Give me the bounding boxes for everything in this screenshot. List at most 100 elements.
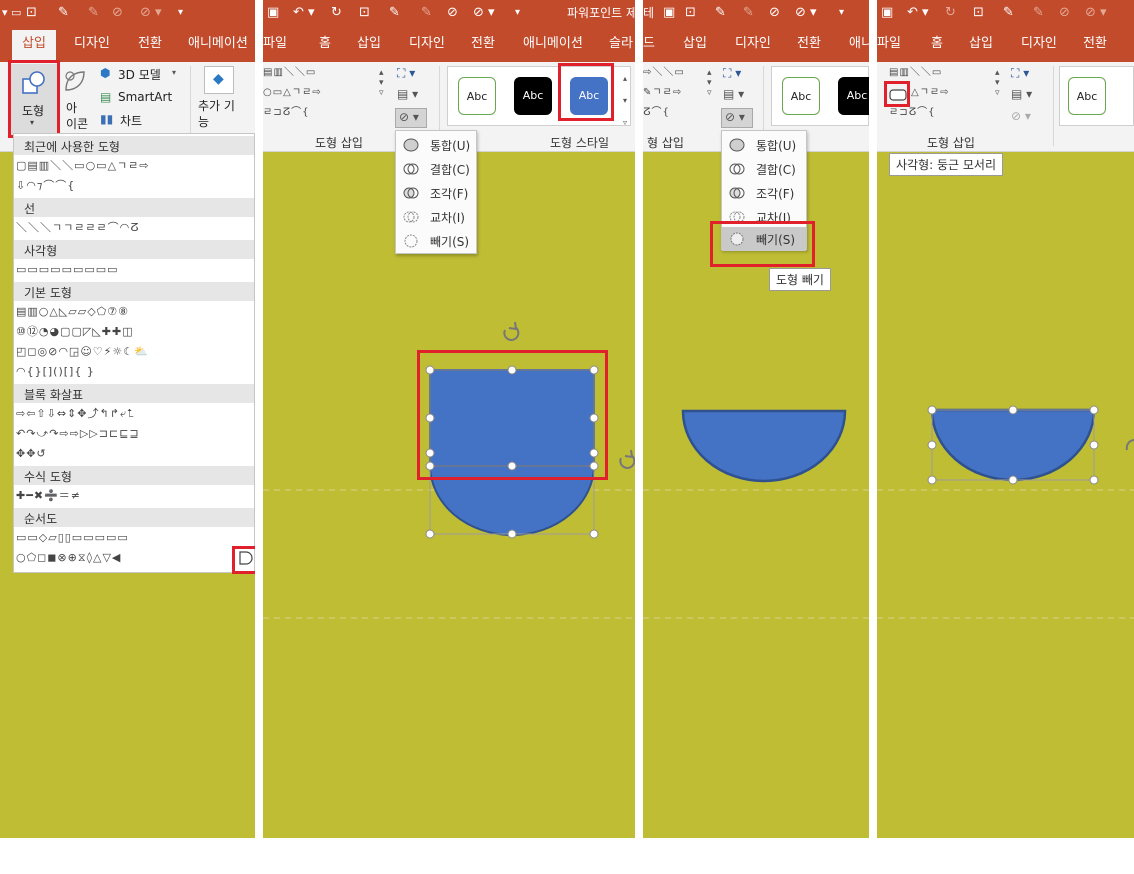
style-outline-green[interactable]: Abc [458, 77, 496, 115]
rotate-handle-icon[interactable] [619, 449, 635, 469]
qat-customize-icon[interactable]: ▾ [178, 4, 183, 22]
shape-grid-row-3[interactable]: ㄹ⊐ⵒ⌒{ [263, 106, 309, 120]
shape-grid-row-2[interactable]: ○▭△ㄱㄹ⇨ [263, 86, 322, 100]
tab-insert[interactable]: 삽입 [357, 36, 381, 52]
gallery-scroll-icon[interactable]: ▴ ▾ ▿ [707, 68, 712, 98]
merge-shapes-icon[interactable]: ⊘ [769, 4, 780, 22]
ribbon-tabs: 드 삽입 디자인 전환 애니 [643, 26, 869, 62]
tab-design[interactable]: 디자인 [1021, 36, 1057, 52]
edit-shape-icon[interactable]: ⛶ ▾ [1011, 66, 1029, 81]
shape-grid-row-2[interactable]: ✎ㄱㄹ⇨ [643, 86, 682, 100]
gallery-scroll-icon[interactable]: ▴ ▾ ▿ [379, 68, 384, 98]
present-from-start-icon[interactable]: ⊡ [973, 4, 984, 22]
addins-icon[interactable]: ◆ [204, 66, 234, 94]
merge-shapes-dropdown-icon[interactable]: ⊘ ▾ [795, 4, 817, 22]
gallery-scroll-icon[interactable]: ▴ ▾ ▿ [620, 73, 630, 128]
shape-grid-row-1[interactable]: ▤▥＼＼▭ [263, 66, 316, 80]
tab-transitions[interactable]: 전환 [138, 36, 162, 52]
eyedropper-icon[interactable]: ✎ [1003, 4, 1014, 22]
shape-grid-row-1[interactable]: ▤▥＼＼▭ [889, 66, 942, 80]
tab-insert[interactable]: 삽입 [969, 36, 993, 52]
text-box-icon[interactable]: ▤ ▾ [397, 87, 418, 101]
tab-transitions[interactable]: 전환 [471, 36, 495, 52]
smartart-button[interactable]: SmartArt [118, 90, 172, 104]
eyedropper-icon[interactable]: ✎ [715, 4, 726, 22]
tab-home[interactable]: 홈 [319, 36, 331, 52]
save-icon[interactable]: ▣ [267, 4, 279, 22]
style-black-fill[interactable]: Abc [514, 77, 552, 115]
tab-transitions[interactable]: 전환 [1083, 36, 1107, 52]
present-from-start-icon[interactable]: ⊡ [26, 4, 37, 22]
style-outline-green[interactable]: Abc [1068, 77, 1106, 115]
shape-grid-row-1[interactable]: ⇨＼＼▭ [643, 66, 685, 80]
undo-icon[interactable]: ↶ ▾ [293, 4, 315, 22]
gallery-row-rectangles[interactable]: ▭▭▭▭▭▭▭▭▭ [16, 262, 119, 278]
tab-slideshow[interactable]: 슬라 [609, 36, 633, 52]
eyedropper-icon[interactable]: ✎ [389, 4, 400, 22]
edit-shape-icon[interactable]: ⛶ ▾ [723, 66, 741, 81]
gallery-row-lines[interactable]: ＼＼＼ㄱㄱㄹㄹㄹ⌒◠ⵒ [16, 220, 139, 236]
qat-left-icons[interactable]: ▾ ▭ [2, 4, 21, 22]
redo-icon[interactable]: ↻ [331, 4, 342, 22]
tab-design[interactable]: 디자인 [74, 36, 110, 52]
tab-slideshow-fragment[interactable]: 드 [643, 36, 655, 52]
tab-file[interactable]: 파일 [263, 36, 287, 52]
save-icon[interactable]: ▣ [881, 4, 893, 22]
gallery-row-arrows-3[interactable]: ✥✥↺ [16, 446, 47, 462]
icons-icon[interactable] [62, 68, 88, 96]
tab-transitions[interactable]: 전환 [797, 36, 821, 52]
tab-home[interactable]: 홈 [931, 36, 943, 52]
chart-button[interactable]: 차트 [120, 112, 142, 129]
gallery-row-equation[interactable]: ✚━✖➗＝≠ [16, 488, 81, 504]
tab-animations[interactable]: 애니메이션 [523, 36, 583, 52]
tab-animations[interactable]: 애니메이션 [188, 36, 248, 52]
tab-insert[interactable]: 삽입 [683, 36, 707, 52]
style-black-fill[interactable]: Abc [838, 77, 869, 115]
merge-shapes-button[interactable]: ⊘ ▾ [721, 108, 753, 128]
present-from-start-icon[interactable]: ⊡ [685, 4, 696, 22]
gallery-row-flowchart-1[interactable]: ▭▭◇▱▯▯▭▭▭▭▭ [16, 530, 129, 546]
tab-design[interactable]: 디자인 [735, 36, 771, 52]
style-outline-green[interactable]: Abc [782, 77, 820, 115]
gallery-scroll-icon[interactable]: ▴ ▾ ▿ [995, 68, 1000, 98]
text-box-icon[interactable]: ▤ ▾ [723, 87, 744, 101]
3d-model-button[interactable]: 3D 모델 [118, 66, 161, 83]
eyedropper-icon[interactable]: ✎ [58, 4, 69, 22]
shape-grid-row-2[interactable]: △ㄱㄹ⇨ [911, 86, 949, 100]
rotate-handle-icon[interactable] [503, 321, 520, 341]
merge-shapes-button[interactable]: ⊘ ▾ [395, 108, 427, 128]
undo-icon[interactable]: ▣ [663, 4, 675, 22]
slide-canvas[interactable] [263, 152, 635, 838]
gallery-row-basic-2[interactable]: ⑩⑫◔◕▢▢◸◺✚✚◫ [16, 324, 134, 340]
slide-canvas[interactable] [877, 152, 1134, 838]
rotate-handle-icon[interactable] [1125, 439, 1134, 451]
tab-file[interactable]: 파일 [877, 36, 901, 52]
present-from-start-icon[interactable]: ⊡ [359, 4, 370, 22]
gallery-row-basic-1[interactable]: ▤▥○△◺▱▱◇⬠⑦⑧ [16, 304, 129, 320]
qat-customize-icon[interactable]: ▾ [515, 4, 520, 22]
qat-customize-icon[interactable]: ▾ [839, 4, 844, 22]
shape-grid-row-3[interactable]: ㄹ⊐ⵒ⌒{ [889, 106, 935, 120]
gallery-row-recent-2[interactable]: ⇩◠⁊⌒⌒{ [16, 178, 75, 194]
undo-icon[interactable]: ↶ ▾ [907, 4, 929, 22]
slide-canvas[interactable] [643, 152, 869, 838]
text-box-icon[interactable]: ▤ ▾ [1011, 87, 1032, 101]
gallery-row-arrows-2[interactable]: ↶↷⤻↷⇨⇨▷▷⊐⊏⊑⊒ [16, 426, 140, 442]
merge-shapes-dropdown-icon[interactable]: ⊘ ▾ [473, 4, 495, 22]
shape-grid-row-3[interactable]: ⵒ⌒{ [643, 106, 670, 120]
addins-label[interactable]: 추가 기 능 [198, 98, 235, 130]
edit-shape-icon[interactable]: ⛶ ▾ [397, 66, 415, 81]
icons-label[interactable]: 아 이콘 [66, 100, 88, 132]
merge-shapes-icon[interactable]: ⊘ [447, 4, 458, 22]
gallery-row-basic-4[interactable]: ◠{}[]()[]{ } [16, 364, 95, 380]
tab-insert[interactable]: 삽입 [12, 30, 56, 62]
gallery-row-basic-3[interactable]: ◰◻◎⊘◠◲☺♡⚡☼☾⛅ [16, 344, 149, 360]
gallery-row-recent-1[interactable]: ▢▤▥＼＼▭○▭△ㄱㄹ⇨ [16, 158, 149, 174]
gallery-row-flowchart-2[interactable]: ○⬠◻◼⊗⊕⧖◊△▽◀ [16, 550, 121, 566]
shape-half-circle[interactable] [930, 408, 1096, 482]
shape-half-circle[interactable] [681, 409, 847, 483]
tab-animations[interactable]: 애니 [849, 36, 869, 52]
tab-design[interactable]: 디자인 [409, 36, 445, 52]
gallery-row-arrows-1[interactable]: ⇨⇦⇧⇩⇔⇕✥⤴↰↱⤶⮤ [16, 406, 135, 422]
gallery-row-flowchart-3[interactable]: ○○◪◠ [16, 570, 59, 572]
